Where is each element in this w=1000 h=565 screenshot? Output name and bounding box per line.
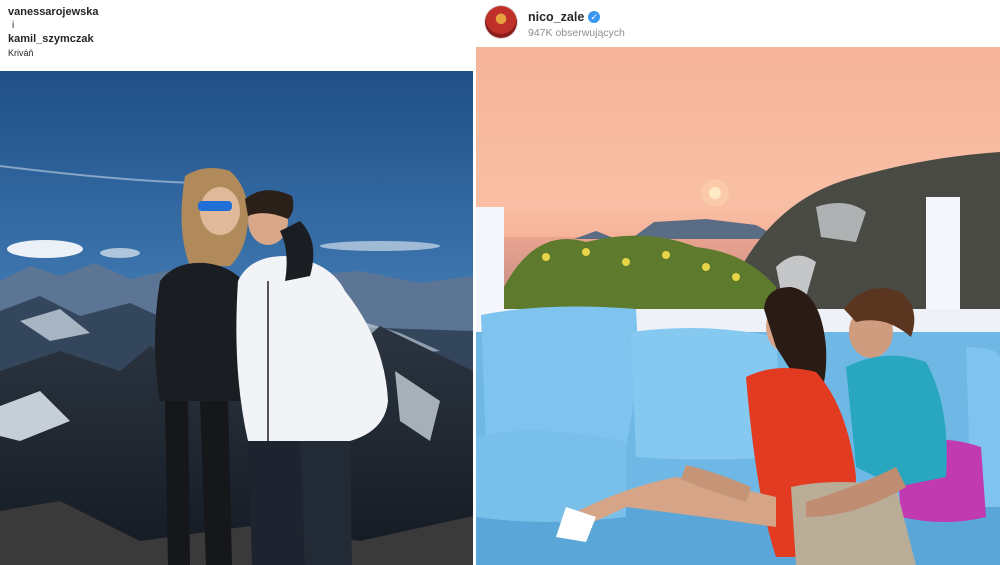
- username-vanessarojewska[interactable]: vanessarojewska: [8, 7, 468, 18]
- collab-separator: i: [12, 20, 15, 31]
- right-post-header: nico_zale ✓ 947K obserwujących: [528, 10, 625, 39]
- right-post: nico_zale ✓ 947K obserwujących: [476, 0, 1000, 565]
- mountain-summit-photo[interactable]: [0, 71, 473, 565]
- sunset-terrace-image: [476, 47, 1000, 565]
- username-kamil-szymczak[interactable]: kamil_szymczak: [8, 34, 468, 45]
- followers-count: 947K obserwujących: [528, 27, 625, 39]
- verified-badge-icon: ✓: [588, 11, 601, 23]
- profile-avatar[interactable]: [485, 6, 517, 38]
- left-post-header: vanessarojewska i kamil_szymczak Kriváň: [8, 7, 468, 58]
- sunset-terrace-photo[interactable]: [476, 47, 1000, 565]
- left-post: vanessarojewska i kamil_szymczak Kriváň: [0, 0, 473, 565]
- post-location[interactable]: Kriváň: [8, 49, 468, 58]
- username-nico-zale[interactable]: nico_zale: [528, 10, 584, 24]
- mountain-summit-image: [0, 71, 473, 565]
